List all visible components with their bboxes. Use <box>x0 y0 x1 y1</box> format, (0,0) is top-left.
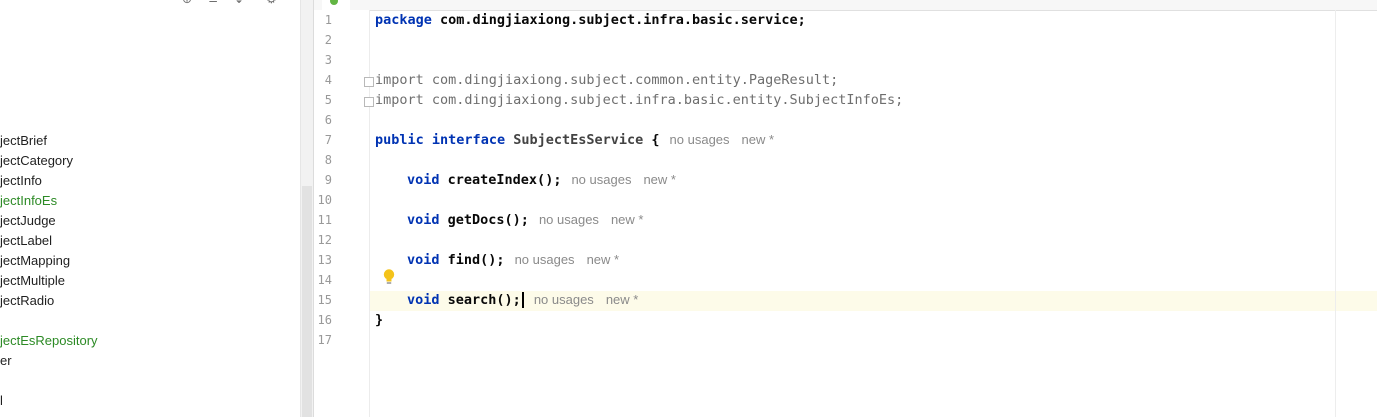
new-hint[interactable]: new * <box>611 212 644 227</box>
tree-item[interactable]: jectInfo <box>0 171 98 191</box>
code-line-11[interactable]: void getDocs(); no usages new * <box>407 210 643 230</box>
lightbulb-icon[interactable] <box>382 268 396 286</box>
line-number: 10 <box>317 193 332 207</box>
usages-hint[interactable]: no usages <box>534 292 594 307</box>
tree-item[interactable] <box>0 311 98 331</box>
interface-file-icon <box>330 0 338 5</box>
line-number: 6 <box>324 113 332 127</box>
code-line-5[interactable]: import com.dingjiaxiong.subject.infra.ba… <box>375 90 903 110</box>
usages-hint[interactable]: no usages <box>571 172 631 187</box>
line-number: 11 <box>317 213 332 227</box>
tree-item[interactable] <box>0 371 98 391</box>
code-line-16[interactable]: } <box>375 310 383 330</box>
tree-item[interactable]: jectMultiple <box>0 271 98 291</box>
project-tree[interactable]: ⊕ ≡ ↕ ⚙ jectBriefjectCategoryjectInfojec… <box>0 0 300 417</box>
usages-hint[interactable]: no usages <box>670 132 730 147</box>
line-number: 3 <box>324 53 332 67</box>
tree-items: jectBrief jectCategory jectInfo jectInfoEs j… <box>0 131 98 411</box>
usages-hint[interactable]: no usages <box>515 252 575 267</box>
tree-scrollbar-thumb[interactable] <box>302 186 312 417</box>
new-hint[interactable]: new * <box>742 132 775 147</box>
new-hint[interactable]: new * <box>643 172 676 187</box>
tree-item[interactable]: l <box>0 391 98 411</box>
line-number: 13 <box>317 253 332 267</box>
tree-scrollbar[interactable] <box>300 0 314 417</box>
fold-marker-icon[interactable] <box>364 77 374 87</box>
line-number: 16 <box>317 313 332 327</box>
line-number-gutter: 1 2 3 4 5 6 7 8 9 10 11 12 13 14 15 16 17 <box>314 10 370 417</box>
tree-item[interactable]: jectBrief <box>0 131 98 151</box>
line-number: 17 <box>317 333 332 347</box>
line-number: 7 <box>324 133 332 147</box>
tree-item[interactable]: jectEsRepository <box>0 331 98 351</box>
line-number: 14 <box>317 273 332 287</box>
usages-hint[interactable]: no usages <box>539 212 599 227</box>
code-line-4[interactable]: import com.dingjiaxiong.subject.common.e… <box>375 70 838 90</box>
new-hint[interactable]: new * <box>606 292 639 307</box>
code-line-13[interactable]: void find(); no usages new * <box>407 250 619 270</box>
tree-item[interactable]: jectRadio <box>0 291 98 311</box>
line-number: 1 <box>324 13 332 27</box>
line-number: 4 <box>324 73 332 87</box>
line-number: 5 <box>324 93 332 107</box>
code-line-15[interactable]: void search(); no usages new * <box>407 290 638 310</box>
line-number: 9 <box>324 173 332 187</box>
code-line-7[interactable]: public interface SubjectEsService {no us… <box>375 130 774 150</box>
code-line-1[interactable]: package com.dingjiaxiong.subject.infra.b… <box>375 10 806 30</box>
tree-item[interactable]: jectMapping <box>0 251 98 271</box>
text-caret <box>521 292 524 308</box>
right-margin-guide <box>1335 10 1336 417</box>
tree-item[interactable]: jectJudge <box>0 211 98 231</box>
target-icon[interactable]: ⊕ <box>182 0 192 6</box>
line-number: 12 <box>317 233 332 247</box>
tree-item[interactable]: jectInfoEs <box>0 191 98 211</box>
code-editor[interactable]: 1 2 3 4 5 6 7 8 9 10 11 12 13 14 15 16 17 package com.di… <box>313 0 1377 417</box>
collapse-icon[interactable]: ≡ <box>208 0 218 6</box>
new-hint[interactable]: new * <box>587 252 620 267</box>
code-line-9[interactable]: void createIndex(); no usages new * <box>407 170 676 190</box>
line-number: 2 <box>324 33 332 47</box>
expand-icon[interactable]: ↕ <box>234 0 244 6</box>
tree-item[interactable]: er <box>0 351 98 371</box>
gear-icon[interactable]: ⚙ <box>266 0 277 6</box>
tree-item[interactable]: jectLabel <box>0 231 98 251</box>
line-number: 8 <box>324 153 332 167</box>
fold-marker-icon[interactable] <box>364 97 374 107</box>
line-number: 15 <box>317 293 332 307</box>
tree-item[interactable]: jectCategory <box>0 151 98 171</box>
